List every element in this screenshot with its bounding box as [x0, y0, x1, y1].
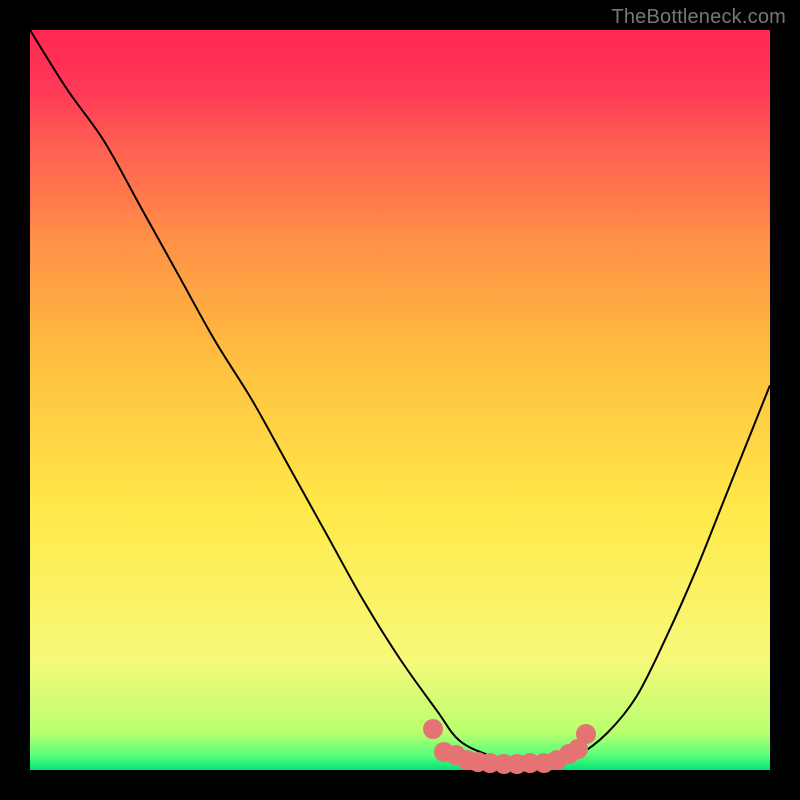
chart-stage: TheBottleneck.com [0, 0, 800, 800]
plot-area [30, 30, 770, 770]
watermark-text: TheBottleneck.com [611, 6, 786, 29]
bottleneck-curve [30, 30, 770, 770]
